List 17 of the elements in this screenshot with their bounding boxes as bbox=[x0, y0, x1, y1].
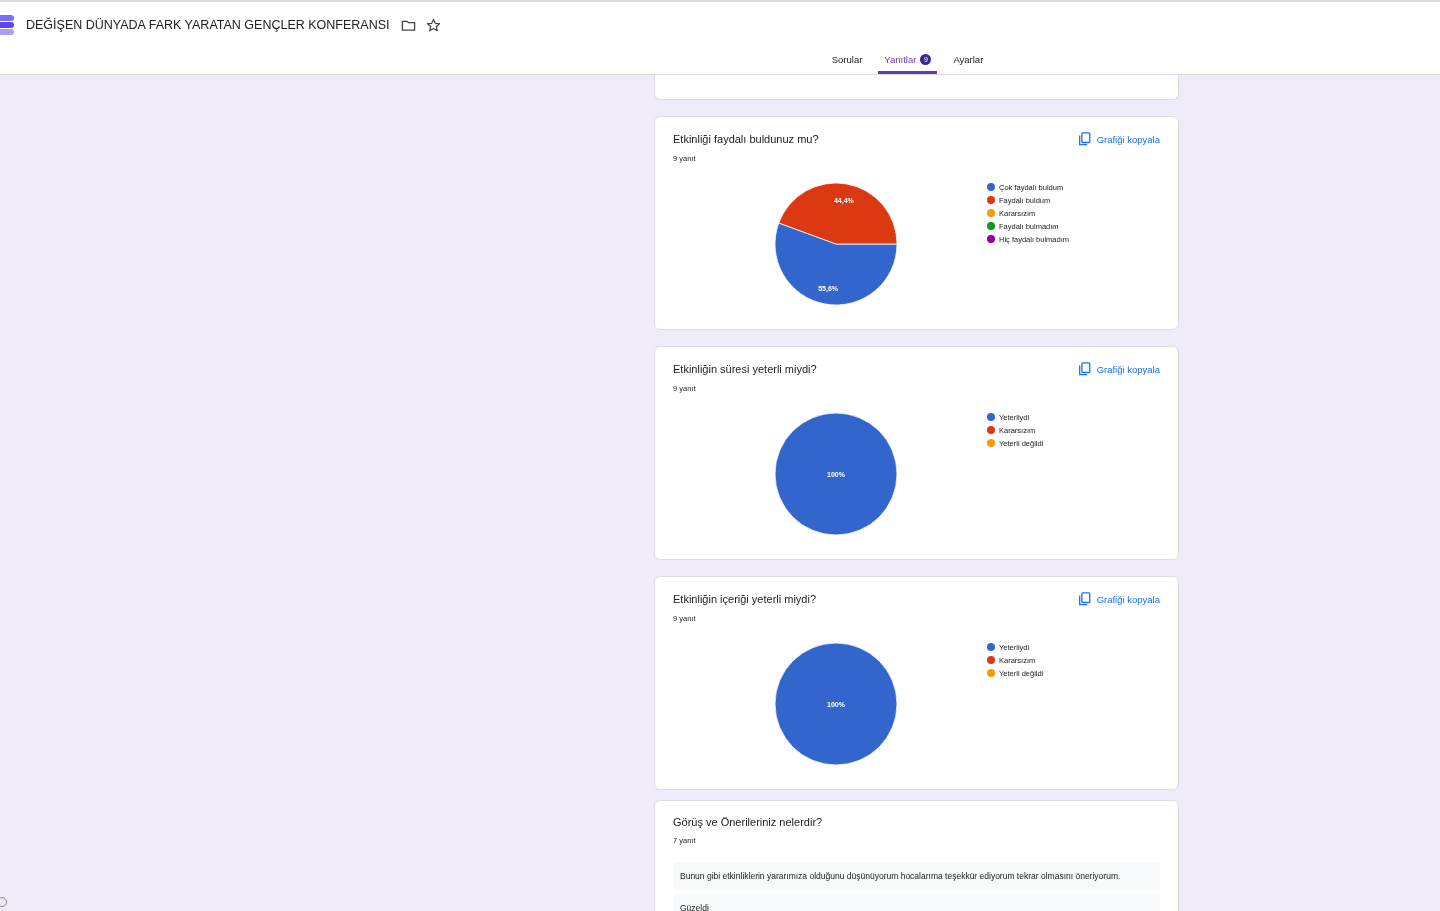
forms-logo-icon[interactable] bbox=[0, 14, 14, 36]
copy-chart-button[interactable]: Grafiği kopyala bbox=[1077, 592, 1160, 606]
response-text: Bunun gibi etkinliklerin yararımıza olduğunu düşünüyorum hocalarıma teşekkür ediyorum tekrar olmasını öneriyorum. bbox=[673, 862, 1160, 890]
question-title: Görüş ve Önerileriniz nelerdir? bbox=[673, 816, 823, 828]
tab[interactable]: Sorular bbox=[825, 48, 869, 74]
copy-chart-button[interactable]: Grafiği kopyala bbox=[1077, 132, 1160, 146]
question-title: Etkinliği faydalı buldunuz mu? bbox=[673, 133, 819, 145]
question-title: Etkinliğin içeriği yeterli miydi? bbox=[673, 593, 817, 605]
copy-icon bbox=[1077, 592, 1091, 606]
form-title: DEĞİŞEN DÜNYADA FARK YARATAN GENÇLER KONFERANSI bbox=[26, 18, 390, 32]
copy-chart-button[interactable]: Grafiği kopyala bbox=[1077, 362, 1160, 376]
copy-icon bbox=[1077, 362, 1091, 376]
star-icon[interactable] bbox=[425, 17, 441, 33]
copy-icon bbox=[1077, 132, 1091, 146]
tab[interactable]: Ayarlar bbox=[947, 48, 990, 74]
question-title: Etkinliğin süresi yeterli miydi? bbox=[673, 363, 817, 375]
response-text: Güzeldi bbox=[673, 894, 1160, 911]
